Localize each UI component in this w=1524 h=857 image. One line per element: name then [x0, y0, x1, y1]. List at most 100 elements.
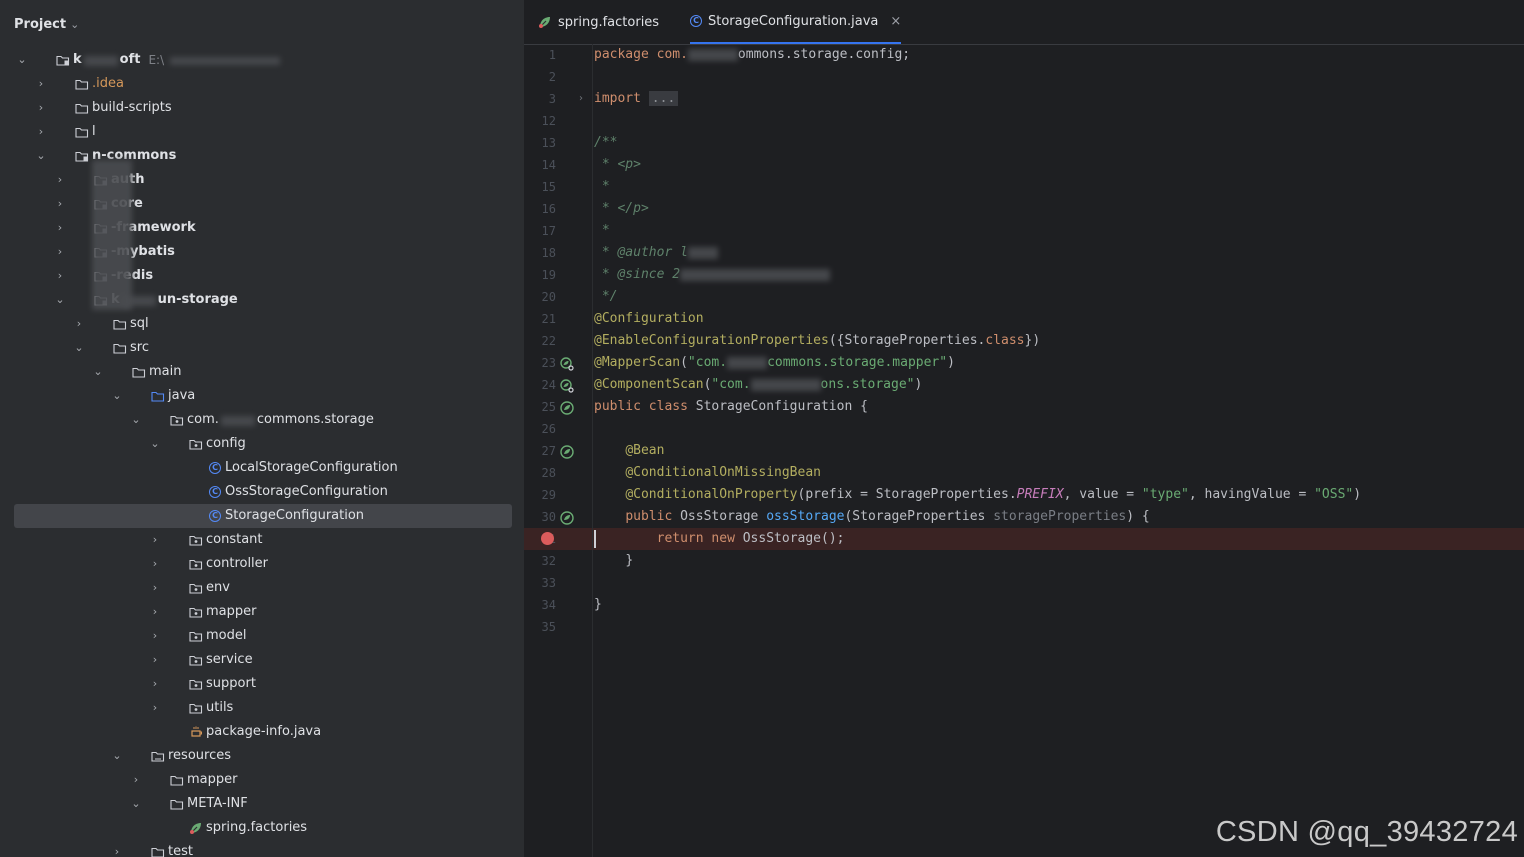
tree-item[interactable]: › -redis [0, 264, 524, 288]
tree-item[interactable]: ⌄ resources [0, 744, 524, 768]
chevron-down-icon[interactable]: ⌄ [70, 18, 79, 31]
code-line[interactable]: package com. ommons.storage.config; [594, 44, 1524, 66]
chevron-right-icon[interactable]: › [54, 216, 66, 240]
chevron-right-icon[interactable]: › [149, 600, 161, 624]
tree-item[interactable]: › constant [0, 528, 524, 552]
code-line[interactable]: /** [594, 132, 1524, 154]
tree-item[interactable]: › build-scripts [0, 96, 524, 120]
tree-item[interactable]: ›core [0, 192, 524, 216]
chevron-right-icon[interactable]: › [149, 528, 161, 552]
tree-item[interactable]: package-info.java [0, 720, 524, 744]
code-line[interactable]: } [594, 550, 1524, 572]
tree-item[interactable]: › test [0, 840, 524, 857]
code-line[interactable]: * @author l [594, 242, 1524, 264]
chevron-right-icon[interactable]: › [149, 552, 161, 576]
chevron-down-icon[interactable]: ⌄ [54, 288, 66, 312]
tree-item[interactable]: ⌄ com. commons.storage [0, 408, 524, 432]
chevron-down-icon[interactable]: ⌄ [16, 48, 28, 72]
tree-item[interactable]: › mapper [0, 600, 524, 624]
tree-item[interactable]: › service [0, 648, 524, 672]
code-line[interactable]: @ComponentScan("com. ons.storage") [594, 374, 1524, 396]
code-line[interactable]: @ConditionalOnProperty(prefix = StorageP… [594, 484, 1524, 506]
code-line[interactable]: * <p> [594, 154, 1524, 176]
code-line[interactable]: * @since 2 [594, 264, 1524, 286]
tree-item[interactable]: › l [0, 120, 524, 144]
code-line[interactable]: public OssStorage ossStorage(StorageProp… [594, 506, 1524, 528]
tree-item[interactable]: › .idea [0, 72, 524, 96]
tree-item[interactable]: spring.factories [0, 816, 524, 840]
tree-item[interactable]: ›auth [0, 168, 524, 192]
code-line[interactable]: @Bean [594, 440, 1524, 462]
breakpoint-icon[interactable] [541, 532, 554, 545]
chevron-right-icon[interactable]: › [54, 264, 66, 288]
tree-item[interactable]: › mapper [0, 768, 524, 792]
code-line[interactable]: * [594, 220, 1524, 242]
code-line[interactable]: public class StorageConfiguration { [594, 396, 1524, 418]
spring-bean-method-icon[interactable] [560, 444, 574, 459]
chevron-right-icon[interactable]: › [35, 72, 47, 96]
tree-item[interactable]: › -framework [0, 216, 524, 240]
tree-item[interactable]: ⌄ src [0, 336, 524, 360]
spring-component-scan-icon[interactable] [560, 378, 574, 393]
tree-item[interactable]: C LocalStorageConfiguration [0, 456, 524, 480]
code-line[interactable]: * [594, 176, 1524, 198]
chevron-down-icon[interactable]: ⌄ [149, 432, 161, 456]
tree-item[interactable]: C StorageConfiguration [0, 504, 524, 528]
tree-item[interactable]: ⌄ main [0, 360, 524, 384]
chevron-down-icon[interactable]: ⌄ [130, 408, 142, 432]
chevron-right-icon[interactable]: › [111, 840, 123, 857]
chevron-down-icon[interactable]: ⌄ [111, 384, 123, 408]
chevron-right-icon[interactable]: › [35, 120, 47, 144]
chevron-down-icon[interactable]: ⌄ [35, 144, 47, 168]
spring-mapper-scan-icon[interactable] [560, 356, 574, 371]
chevron-down-icon[interactable]: ⌄ [111, 744, 123, 768]
code-line[interactable]: @MapperScan("com. commons.storage.mapper"… [594, 352, 1524, 374]
tree-item[interactable]: › model [0, 624, 524, 648]
line-number: 2 [548, 70, 556, 84]
chevron-right-icon[interactable]: › [54, 168, 66, 192]
code-line[interactable]: } [594, 594, 1524, 616]
tree-item[interactable]: ⌄ n-commons [0, 144, 524, 168]
code-line[interactable]: @ConditionalOnMissingBean [594, 462, 1524, 484]
tree-item[interactable]: › sql [0, 312, 524, 336]
tree-item[interactable]: › utils [0, 696, 524, 720]
chevron-down-icon[interactable]: ⌄ [73, 336, 85, 360]
chevron-right-icon[interactable]: › [149, 672, 161, 696]
code-line[interactable]: return new OssStorage(); [594, 528, 1524, 550]
chevron-right-icon[interactable]: › [149, 576, 161, 600]
tree-item[interactable]: ⌄ java [0, 384, 524, 408]
tree-item[interactable]: › -mybatis [0, 240, 524, 264]
chevron-right-icon[interactable]: › [149, 648, 161, 672]
chevron-down-icon[interactable]: ⌄ [130, 792, 142, 816]
tree-item[interactable]: › support [0, 672, 524, 696]
chevron-right-icon[interactable]: › [149, 624, 161, 648]
chevron-right-icon[interactable]: › [130, 768, 142, 792]
code-token: @EnableConfigurationProperties [594, 333, 829, 348]
code-line[interactable]: import ... [594, 88, 1524, 110]
tree-item[interactable]: ⌄ k oft E:\ [0, 48, 524, 72]
editor-gutter[interactable]: 1 2 3 12 13 14 15 16 17 18 19 20 21 22 23 24 25 26 27 28 29 3… [524, 44, 593, 857]
chevron-right-icon[interactable]: › [54, 192, 66, 216]
close-tab-icon[interactable]: × [890, 14, 901, 29]
tab-spring-factories[interactable]: spring.factories [538, 0, 659, 44]
tree-item[interactable]: › env [0, 576, 524, 600]
tree-item[interactable]: ⌄ META-INF [0, 792, 524, 816]
fold-expand-icon[interactable]: › [579, 88, 583, 110]
tree-item[interactable]: › controller [0, 552, 524, 576]
code-line[interactable]: */ [594, 286, 1524, 308]
chevron-right-icon[interactable]: › [149, 696, 161, 720]
chevron-right-icon[interactable]: › [35, 96, 47, 120]
tab-storage-configuration[interactable]: C StorageConfiguration.java × [690, 0, 902, 44]
code-line[interactable]: @EnableConfigurationProperties({StorageP… [594, 330, 1524, 352]
chevron-right-icon[interactable]: › [54, 240, 66, 264]
spring-bean-icon[interactable] [560, 400, 574, 415]
code-line[interactable]: * </p> [594, 198, 1524, 220]
spring-bean-method-icon[interactable] [560, 510, 574, 525]
tree-item[interactable]: ⌄kun-storage [0, 288, 524, 312]
chevron-down-icon[interactable]: ⌄ [92, 360, 104, 384]
tree-item[interactable]: ⌄ config [0, 432, 524, 456]
project-view-selector[interactable]: Project ⌄ [14, 14, 79, 34]
tree-item[interactable]: C OssStorageConfiguration [0, 480, 524, 504]
chevron-right-icon[interactable]: › [73, 312, 85, 336]
code-line[interactable]: @Configuration [594, 308, 1524, 330]
